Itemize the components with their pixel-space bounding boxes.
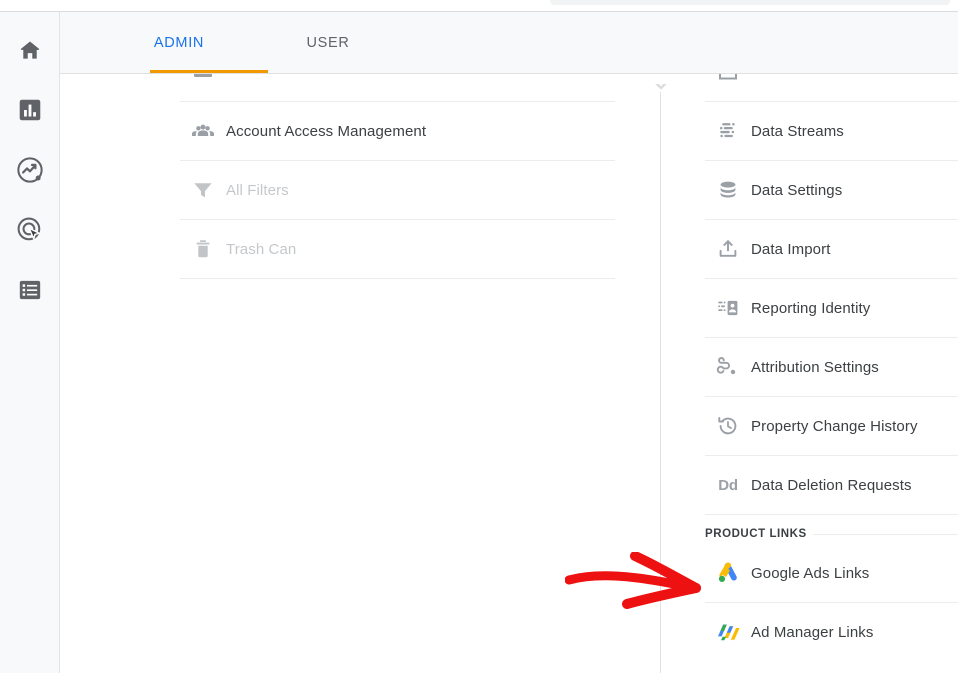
admin-settings-content: Account Access Management All Filters Tr… (60, 74, 958, 673)
list-icon (17, 277, 43, 303)
reporting-identity-icon (705, 279, 751, 338)
row-trash-can[interactable]: Trash Can (180, 220, 615, 279)
row-label: Data Settings (751, 181, 843, 199)
database-icon (705, 161, 751, 220)
history-icon (705, 397, 751, 456)
row-label: Trash Can (226, 240, 297, 258)
dd-icon: Dd (718, 476, 738, 494)
sidebar-item-explore[interactable] (0, 148, 59, 192)
partial-row-top-left[interactable] (180, 74, 615, 102)
sidebar-item-configure[interactable] (0, 268, 59, 312)
collapse-chevron-stub[interactable] (648, 84, 674, 93)
row-attribution-settings[interactable]: Attribution Settings (705, 338, 958, 397)
row-label: Data Deletion Requests (751, 476, 912, 494)
trash-icon (180, 220, 226, 279)
column-divider (660, 92, 661, 673)
row-label: Data Import (751, 240, 831, 258)
sidebar-item-home[interactable] (0, 28, 59, 72)
row-label: Property Change History (751, 417, 918, 435)
row-label: Data Streams (751, 122, 844, 140)
explore-trend-icon (16, 156, 44, 184)
tab-admin[interactable]: ADMIN (90, 12, 268, 74)
ad-manager-logo-icon (705, 603, 751, 662)
tab-active-indicator (150, 70, 268, 73)
tab-admin-label: ADMIN (153, 35, 205, 51)
top-chrome-strip (0, 0, 958, 12)
row-label: Account Access Management (226, 122, 427, 140)
partial-property-icon (705, 74, 751, 101)
attribution-icon (705, 338, 751, 397)
property-settings-column: Data Streams Data Settings Data Import R… (705, 74, 958, 662)
row-data-deletion-requests[interactable]: Dd Data Deletion Requests (705, 456, 958, 515)
row-label: All Filters (226, 181, 289, 199)
row-data-streams[interactable]: Data Streams (705, 102, 958, 161)
google-ads-logo-icon (705, 544, 751, 603)
funnel-icon (180, 161, 226, 220)
row-label: Ad Manager Links (751, 624, 874, 641)
left-nav-rail (0, 12, 60, 673)
row-reporting-identity[interactable]: Reporting Identity (705, 279, 958, 338)
account-settings-column: Account Access Management All Filters Tr… (180, 74, 615, 279)
row-google-ads-links[interactable]: Google Ads Links (705, 544, 958, 603)
row-data-settings[interactable]: Data Settings (705, 161, 958, 220)
row-account-access-management[interactable]: Account Access Management (180, 102, 615, 161)
people-group-icon (180, 102, 226, 161)
row-label: Attribution Settings (751, 358, 879, 376)
google-analytics-admin-page: ADMIN USER Account Access Management All… (0, 0, 958, 673)
row-property-change-history[interactable]: Property Change History (705, 397, 958, 456)
section-header-product-links: PRODUCT LINKS (705, 515, 958, 544)
partial-icon (180, 74, 226, 101)
row-label: Reporting Identity (751, 299, 871, 317)
row-all-filters[interactable]: All Filters (180, 161, 615, 220)
upload-icon (705, 220, 751, 279)
partial-row-top-right[interactable] (705, 74, 958, 102)
bar-chart-icon (17, 97, 43, 123)
home-icon (17, 37, 43, 63)
sidebar-item-reports[interactable] (0, 88, 59, 132)
row-ad-manager-links[interactable]: Ad Manager Links (705, 603, 958, 662)
data-streams-icon (705, 102, 751, 161)
sidebar-item-advertising[interactable] (0, 208, 59, 252)
row-data-import[interactable]: Data Import (705, 220, 958, 279)
row-label: Google Ads Links (751, 564, 870, 582)
target-cursor-icon (16, 216, 44, 244)
tab-user[interactable]: USER (268, 12, 388, 74)
section-header-label: PRODUCT LINKS (705, 527, 813, 540)
admin-user-tabbar: ADMIN USER (60, 12, 958, 74)
search-bar-stub[interactable] (550, 0, 950, 5)
tab-user-label: USER (306, 35, 350, 51)
